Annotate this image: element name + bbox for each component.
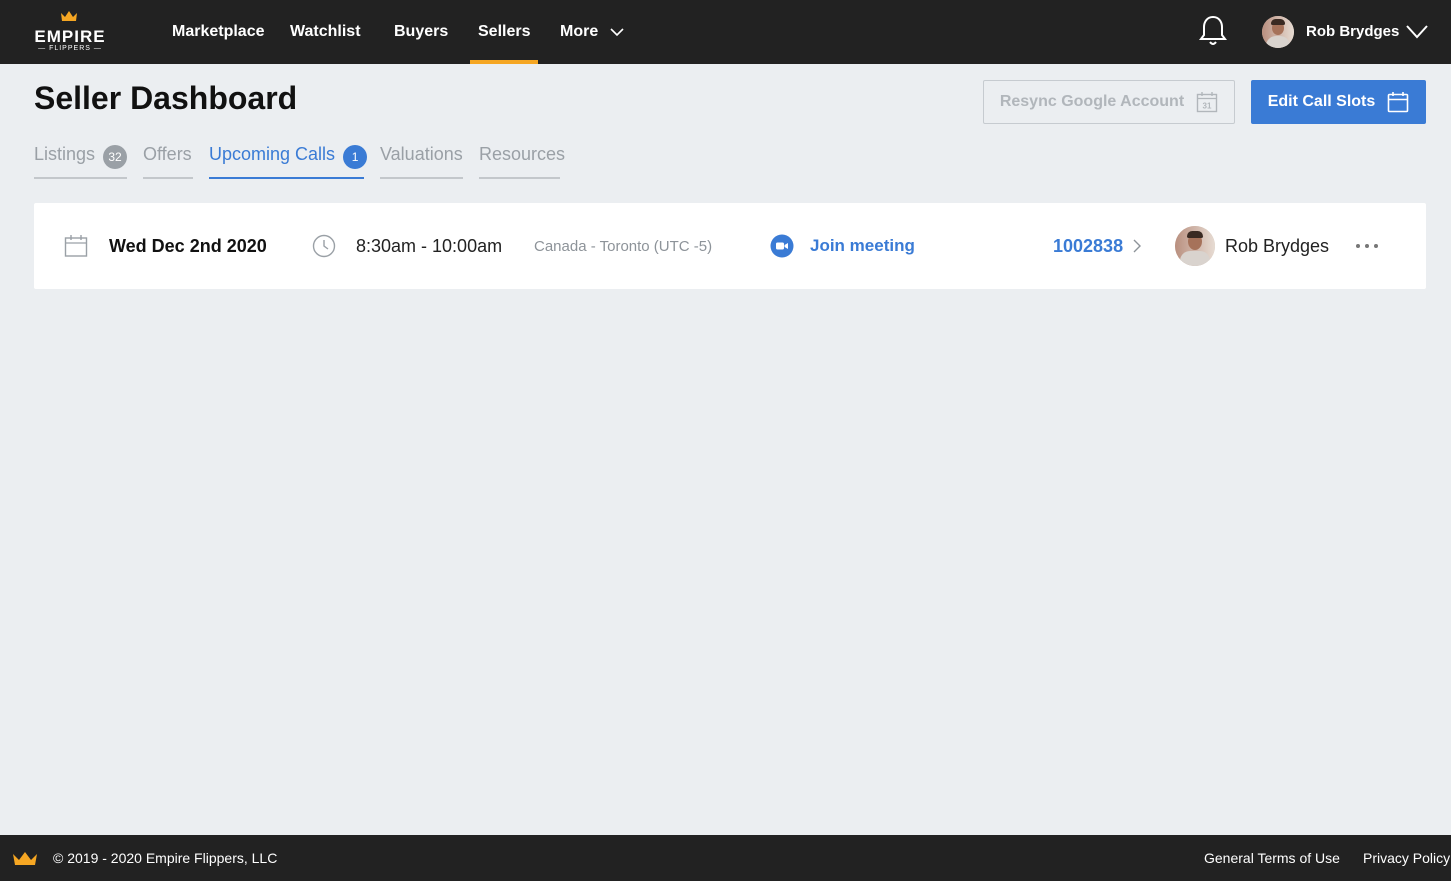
top-navbar: EMPIRE — FLIPPERS — Marketplace Watchlis… <box>0 0 1451 64</box>
resync-google-label: Resync Google Account <box>999 93 1185 110</box>
logo-subtitle: — FLIPPERS — <box>38 45 102 52</box>
nav-watchlist[interactable]: Watchlist <box>290 0 361 64</box>
tab-listings[interactable]: Listings 32 <box>34 144 128 179</box>
tab-resources[interactable]: Resources <box>479 144 565 179</box>
calendar-icon: 31 <box>1196 92 1218 113</box>
empire-flippers-logo[interactable]: EMPIRE — FLIPPERS — <box>30 10 110 56</box>
tab-label: Valuations <box>380 144 463 164</box>
count-badge: 32 <box>103 145 128 169</box>
avatar[interactable] <box>1262 16 1294 48</box>
tab-offers[interactable]: Offers <box>143 144 193 179</box>
tab-label: Resources <box>479 144 566 164</box>
tab-label: Offers <box>143 144 192 164</box>
resync-google-button[interactable]: Resync Google Account 31 <box>983 80 1235 124</box>
listing-link[interactable]: 1002838 <box>1053 203 1142 289</box>
join-meeting-label: Join meeting <box>810 236 915 255</box>
calendar-day: 31 <box>1203 102 1212 111</box>
logo-word: EMPIRE <box>34 27 106 46</box>
video-camera-icon <box>770 234 794 258</box>
tab-label: Upcoming Calls <box>209 144 336 164</box>
more-options-icon[interactable] <box>1356 203 1383 289</box>
tab-upcoming-calls[interactable]: Upcoming Calls 1 <box>209 144 368 179</box>
host-name: Rob Brydges <box>1225 235 1330 256</box>
call-date: Wed Dec 2nd 2020 <box>109 235 267 256</box>
listing-id: 1002838 <box>1053 235 1124 256</box>
edit-call-slots-button[interactable]: Edit Call Slots <box>1251 80 1426 124</box>
crown-icon <box>61 11 77 21</box>
footer: © 2019 - 2020 Empire Flippers, LLC Gener… <box>0 835 1451 881</box>
tab-label: Listings <box>34 144 96 164</box>
user-name[interactable]: Rob Brydges <box>1306 0 1399 64</box>
privacy-link[interactable]: Privacy Policy <box>1363 835 1450 881</box>
nav-marketplace[interactable]: Marketplace <box>172 0 265 64</box>
call-time: 8:30am - 10:00am <box>356 235 503 256</box>
calendar-icon <box>1387 92 1409 113</box>
calendar-icon <box>64 235 88 257</box>
call-timezone: Canada - Toronto (UTC -5) <box>534 237 713 255</box>
nav-more[interactable]: More <box>560 0 598 64</box>
clock-icon <box>312 234 336 258</box>
edit-call-slots-label: Edit Call Slots <box>1267 93 1376 110</box>
nav-buyers[interactable]: Buyers <box>394 0 448 64</box>
nav-sellers[interactable]: Sellers <box>469 0 540 64</box>
tab-valuations[interactable]: Valuations <box>380 144 463 179</box>
terms-link[interactable]: General Terms of Use <box>1204 835 1340 881</box>
copyright-text: © 2019 - 2020 Empire Flippers, LLC <box>53 850 278 866</box>
bell-icon[interactable] <box>1198 14 1228 48</box>
chevron-down-icon[interactable] <box>1406 23 1428 41</box>
count-badge: 1 <box>343 145 368 169</box>
chevron-right-icon <box>1133 239 1142 253</box>
join-meeting-link[interactable]: Join meeting <box>770 203 915 289</box>
avatar <box>1175 226 1215 266</box>
crown-icon <box>13 852 37 865</box>
chevron-down-icon[interactable] <box>610 25 624 39</box>
page-title: Seller Dashboard <box>34 80 298 116</box>
call-card: Wed Dec 2nd 2020 8:30am - 10:00am Canada… <box>34 203 1426 289</box>
